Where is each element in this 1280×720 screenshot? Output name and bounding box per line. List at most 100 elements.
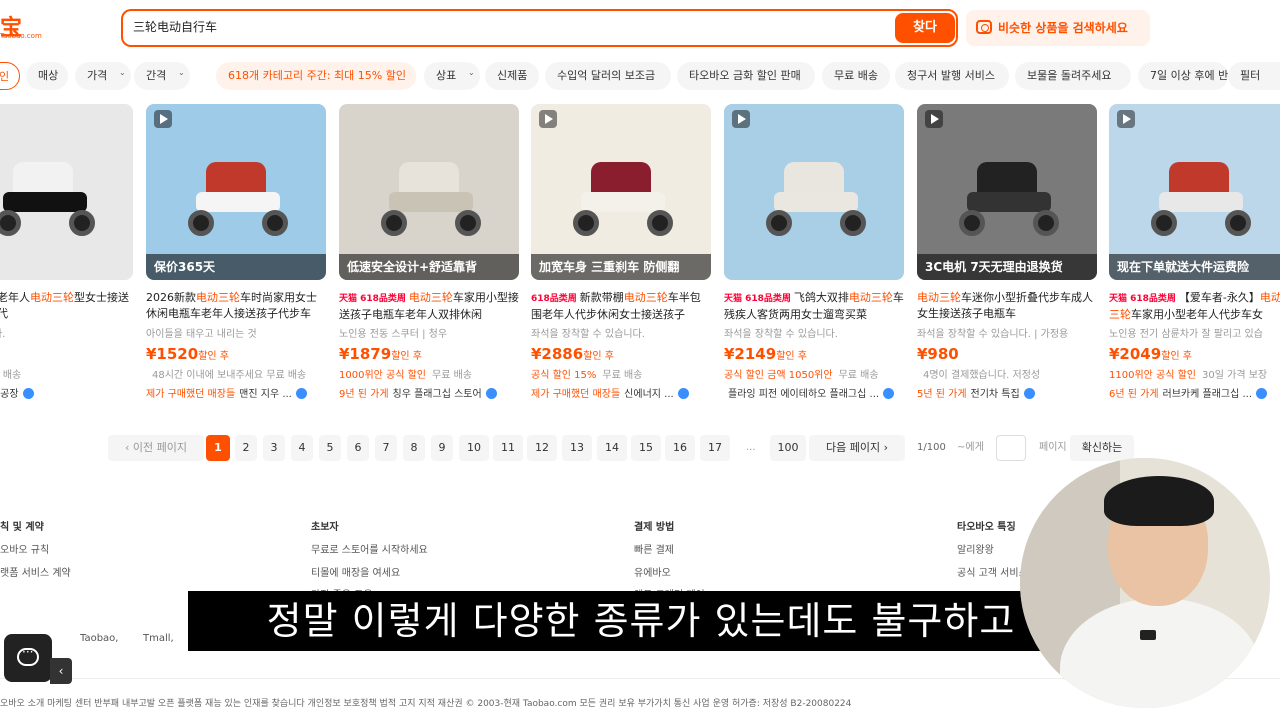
chevron-down-icon: ⌄ xyxy=(178,68,185,77)
page-number-button[interactable]: 2 xyxy=(235,435,257,461)
store-link[interactable]: 5년 된 가게 전기차 특집 xyxy=(917,385,1097,400)
shipping-info: 무료 배송 xyxy=(0,370,22,381)
filter-chip[interactable]: 보물을 돌려주세요 xyxy=(1015,62,1131,90)
chevron-down-icon: ⌄ xyxy=(468,68,475,77)
page-number-button[interactable]: 17 xyxy=(700,435,730,461)
store-link[interactable]: 기 상륜차 공장 xyxy=(0,385,133,400)
store-arrow-icon xyxy=(22,388,34,399)
tricycle-wheel xyxy=(766,210,792,236)
store-tag: 제가 구매했던 매장들 xyxy=(146,389,236,400)
filter-chip[interactable]: 인 xyxy=(0,62,20,90)
page-number-button[interactable]: 7 xyxy=(375,435,397,461)
page-number-button[interactable]: 4 xyxy=(291,435,313,461)
filter-chip[interactable]: 618개 카테고리 주간: 최대 15% 할인 xyxy=(216,62,416,90)
filter-chip[interactable]: 매상 xyxy=(26,62,68,90)
shipping-info: 48시간 이내에 보내주세요 무료 배송 xyxy=(152,370,307,381)
footer-link[interactable]: 유에바오 xyxy=(634,564,671,579)
footer-link[interactable]: 빠른 결제 xyxy=(634,541,674,556)
product-title[interactable]: 天猫 618品类周 飞鸽大双排电动三轮车残疾人客货两用女士遛弯买菜 xyxy=(724,290,904,322)
tricycle-body xyxy=(389,192,473,212)
footer-link[interactable]: 알리왕왕 xyxy=(957,541,994,556)
product-title[interactable]: 天猫 618品类周 电动三轮车家用小型接送孩子电瓶车老年人双排休闲 xyxy=(339,290,519,322)
product-image[interactable]: 现在下单就送大件运费险 xyxy=(1109,104,1280,280)
search-box[interactable] xyxy=(121,9,958,47)
chat-button[interactable] xyxy=(4,634,52,682)
footer-link[interactable]: 공식 고객 서비스 xyxy=(957,564,1028,579)
page-number-button[interactable]: 8 xyxy=(403,435,425,461)
price-row: ¥980 xyxy=(917,344,1097,363)
product-title[interactable]: 电动三轮车迷你小型折叠代步车成人女生接送孩子电瓶车 xyxy=(917,290,1097,322)
product-title[interactable]: 618品类周 新款带棚电动三轮车半包围老年人代步休闲女士接送孩子 xyxy=(531,290,711,322)
page-number-button[interactable]: 16 xyxy=(665,435,695,461)
filter-chip[interactable]: 필터 xyxy=(1228,62,1280,90)
filter-chip[interactable]: 무료 배송 xyxy=(822,62,890,90)
product-image[interactable] xyxy=(724,104,904,280)
page-number-button[interactable]: 11 xyxy=(493,435,523,461)
store-name: 기 상륜차 공장 xyxy=(0,389,19,400)
product-card[interactable]: 保价365天 2026新款电动三轮车时尚家用女士休闲电瓶车老年人接送孩子代步车 아이… xyxy=(146,104,326,400)
product-card[interactable]: 加宽车身 三重刹车 防侧翻 618品类周 新款带棚电动三轮车半包围老年人代步休闲女士… xyxy=(531,104,711,400)
page-number-button[interactable]: 1 xyxy=(206,435,230,461)
page-number-button[interactable]: 3 xyxy=(263,435,285,461)
product-card[interactable]: 现在下单就送大件运费险天猫 618品类周 【爱车者-永久】电动三轮车家用小型老年人… xyxy=(1109,104,1280,400)
play-icon xyxy=(539,110,557,128)
product-image[interactable]: 保价365天 xyxy=(146,104,326,280)
product-title[interactable]: 飞鸽新款老年人电动三轮型女士接送孩子折叠代 xyxy=(0,290,133,322)
tricycle-illustration xyxy=(957,162,1061,242)
play-icon xyxy=(1117,110,1135,128)
prev-page-button[interactable]: ‹ 이전 페이지 xyxy=(108,435,204,461)
filter-chip[interactable]: 수입억 달러의 보조금 xyxy=(545,62,671,90)
store-tag: 5년 된 가게 xyxy=(917,389,967,400)
store-link[interactable]: 제가 구매했던 매장들 맨진 지우 ... xyxy=(146,385,326,400)
image-search-button[interactable]: 비슷한 상품을 검색하세요 xyxy=(966,10,1150,46)
discount-info: 1000위안 공식 할인 xyxy=(339,370,427,381)
product-title[interactable]: 天猫 618品类周 【爱车者-永久】电动三轮车家用小型老年人代步车女 xyxy=(1109,290,1280,322)
page-number-button[interactable]: 6 xyxy=(347,435,369,461)
search-input[interactable] xyxy=(133,19,833,33)
collapse-chevron-left-icon[interactable]: ‹ xyxy=(50,658,72,684)
search-button[interactable]: 찾다 xyxy=(895,13,955,43)
footer-link[interactable]: 티몰에 매장을 여세요 xyxy=(311,564,400,579)
price-row: ¥1520할인 후 xyxy=(146,344,326,363)
product-title[interactable]: 2026新款电动三轮车时尚家用女士休闲电瓶车老年人接送孩子代步车 xyxy=(146,290,326,322)
tricycle-wheel xyxy=(1033,210,1059,236)
product-image[interactable]: 加宽车身 三重刹车 防侧翻 xyxy=(531,104,711,280)
footer-col-beginner-title: 초보자 xyxy=(311,522,339,533)
tricycle-body xyxy=(581,192,665,212)
page-number-button[interactable]: 13 xyxy=(562,435,592,461)
filter-chip[interactable]: 청구서 발행 서비스 xyxy=(895,62,1009,90)
video-subtitle: 정말 이렇게 다양한 종류가 있는데도 불구하고 xyxy=(188,591,1094,651)
title-keyword: 电动三轮 xyxy=(408,291,453,304)
product-card[interactable]: 天猫 618品类周 飞鸽大双排电动三轮车残疾人客货两用女士遛弯买菜 좌석을 장착할 … xyxy=(724,104,904,400)
footer-brand-taobao[interactable]: Taobao, xyxy=(80,633,118,644)
shipping-info: 무료 배송 xyxy=(838,370,879,381)
page-number-button[interactable]: 15 xyxy=(631,435,661,461)
page-number-button[interactable]: 9 xyxy=(431,435,453,461)
store-link[interactable]: 플라잉 피전 에이테하오 플래그십 ... xyxy=(724,385,904,400)
filter-chip[interactable]: 신제품 xyxy=(485,62,539,90)
tricycle-wheel xyxy=(840,210,866,236)
footer-link[interactable]: 랫폼 서비스 계약 xyxy=(0,564,71,579)
page-number-button[interactable]: 14 xyxy=(597,435,627,461)
page-number-button[interactable]: 12 xyxy=(527,435,557,461)
product-card[interactable]: 3C电机 7天无理由退换货 电动三轮车迷你小型折叠代步车成人女生接送孩子电瓶车 좌석… xyxy=(917,104,1097,400)
footer-link[interactable]: 오바오 규칙 xyxy=(0,541,49,556)
footer-link[interactable]: 무료로 스토어를 시작하세요 xyxy=(311,541,428,556)
last-page-button[interactable]: 100 xyxy=(770,435,806,461)
footer-brand-tmall[interactable]: Tmall, xyxy=(143,633,174,644)
product-image[interactable]: 3C电机 7天无理由退换货 xyxy=(917,104,1097,280)
product-image[interactable] xyxy=(0,104,133,280)
page-number-button[interactable]: 5 xyxy=(319,435,341,461)
page-number-button[interactable]: 10 xyxy=(459,435,489,461)
title-text: 【爱车者-永久】 xyxy=(1178,291,1260,304)
next-page-button[interactable]: 다음 페이지 › xyxy=(809,435,905,461)
title-text: 飞鸽新款老年人 xyxy=(0,291,30,304)
product-card[interactable]: 飞鸽新款老年人电动三轮型女士接送孩子折叠代 수 있습니다. 할인 후 15%무료 배송… xyxy=(0,104,133,400)
filter-chip[interactable]: 타오바오 금화 할인 판매 xyxy=(677,62,815,90)
store-link[interactable]: 9년 된 가게 칭우 플래그십 스토어 xyxy=(339,385,519,400)
product-image[interactable]: 低速安全设计+舒适靠背 xyxy=(339,104,519,280)
store-link[interactable]: 6년 된 가게 러브카케 플래그십 ... xyxy=(1109,385,1280,400)
filter-chip[interactable]: 7일 이상 후에 반 xyxy=(1138,62,1228,90)
store-link[interactable]: 제가 구매했던 매장들 신에너지 ... xyxy=(531,385,711,400)
product-card[interactable]: 低速安全设计+舒适靠背天猫 618品类周 电动三轮车家用小型接送孩子电瓶车老年人双… xyxy=(339,104,519,400)
